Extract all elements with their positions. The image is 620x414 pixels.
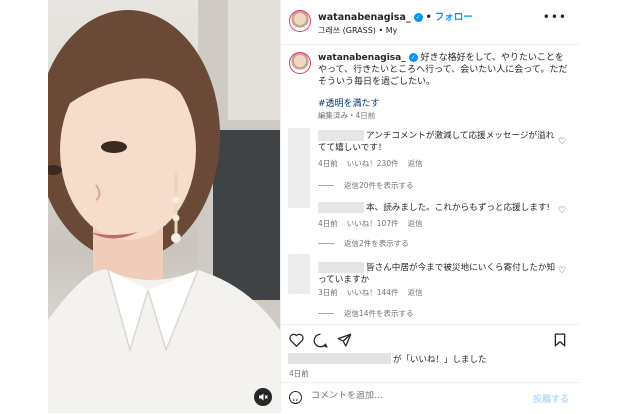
comment-text: 皆さん中居が今まで被災地にいくら寄付したか知っていますか — [318, 263, 556, 285]
post-comment-button[interactable]: 投稿する — [533, 392, 569, 405]
comment-meta: 3日前 いいね！144件 返信 — [318, 287, 432, 298]
mute-button[interactable] — [254, 388, 272, 406]
audio-track-link[interactable]: 그래쓰 (GRASS) • My — [318, 25, 397, 36]
comment-like-heart-icon[interactable]: ♡ — [558, 206, 566, 216]
view-replies-label: 返信14件を表示する — [344, 309, 414, 318]
liked-by-line[interactable]: が「いいね！」しました — [288, 353, 487, 365]
view-replies-button[interactable]: 返信20件を表示する — [318, 180, 414, 191]
smile-face-glyph — [292, 399, 298, 404]
separator-dot: • — [425, 12, 432, 23]
commenter-avatar-redacted — [288, 128, 310, 208]
portrait-illustration — [48, 0, 280, 413]
liked-by-name-redacted — [288, 353, 391, 364]
header-username[interactable]: watanabenagisa_ — [318, 12, 411, 23]
replies-divider — [318, 313, 334, 314]
comment-time: 3日前 — [318, 288, 338, 297]
post-detail-panel: watanabenagisa_ ✓ • フォロー 그래쓰 (GRASS) • My •… — [280, 0, 581, 413]
comment-bubble-icon[interactable] — [313, 333, 328, 348]
replies-divider — [318, 243, 334, 244]
edited-timestamp: 編集済み・4日前 — [318, 111, 376, 120]
comment-likes[interactable]: いいね！144件 — [347, 288, 399, 297]
caption-username[interactable]: watanabenagisa_ — [318, 53, 406, 63]
view-replies-label: 返信2件を表示する — [344, 239, 409, 248]
author-avatar[interactable] — [289, 10, 311, 32]
header-user-line: watanabenagisa_ ✓ • フォロー — [318, 9, 473, 23]
comment-time: 4日前 — [318, 159, 338, 168]
comment-meta: 4日前 いいね！107件 返信 — [318, 218, 432, 229]
save-bookmark-icon[interactable] — [554, 333, 566, 347]
page-margin — [580, 0, 620, 413]
share-send-icon[interactable] — [337, 333, 352, 348]
comment-time: 4日前 — [318, 219, 338, 228]
comment-reply-button[interactable]: 返信 — [408, 159, 423, 168]
comment-like-heart-icon[interactable]: ♡ — [558, 137, 566, 147]
view-replies-button[interactable]: 返信14件を表示する — [318, 308, 414, 319]
replies-divider — [318, 185, 334, 186]
comment-meta: 4日前 いいね！230件 返信 — [318, 158, 432, 169]
comment-compose-bar: 投稿する — [281, 382, 581, 414]
follow-button[interactable]: フォロー — [435, 12, 473, 23]
liked-by-text: が「いいね！」しました — [393, 355, 487, 365]
comment-text: 本、読みました。これからもずっと応援します! — [366, 203, 550, 213]
comment-reply-button[interactable]: 返信 — [408, 288, 423, 297]
commenter-avatar-redacted — [288, 254, 310, 294]
view-replies-button[interactable]: 返信2件を表示する — [318, 238, 409, 249]
post-date: 4日前 — [289, 369, 309, 378]
like-heart-icon[interactable] — [289, 333, 304, 347]
post-header: watanabenagisa_ ✓ • フォロー 그래쓰 (GRASS) • My •… — [281, 0, 581, 45]
comment-input[interactable] — [311, 391, 521, 401]
emoji-picker-icon[interactable] — [289, 391, 302, 404]
post-photo[interactable] — [48, 0, 280, 413]
comment-text: アンチコメントが激減して応援メッセージが溢れてて嬉しいです！ — [318, 131, 555, 153]
post-action-bar — [281, 324, 581, 355]
comment-likes[interactable]: いいね！230件 — [347, 159, 399, 168]
speaker-muted-icon — [259, 393, 268, 401]
view-replies-label: 返信20件を表示する — [344, 181, 414, 190]
caption-text-block: watanabenagisa_ ✓ 好きな格好をして、やりたいことをやって、行きた… — [318, 52, 570, 88]
verified-badge-icon: ✓ — [408, 53, 418, 62]
hashtag-link[interactable]: #透明を満たす — [318, 96, 380, 109]
comment-likes[interactable]: いいね！107件 — [347, 219, 399, 228]
comment-like-heart-icon[interactable]: ♡ — [558, 266, 566, 276]
more-options-icon[interactable]: ••• — [543, 10, 567, 24]
caption-avatar[interactable] — [289, 52, 311, 74]
comment-reply-button[interactable]: 返信 — [408, 219, 423, 228]
verified-badge-icon: ✓ — [413, 13, 423, 22]
